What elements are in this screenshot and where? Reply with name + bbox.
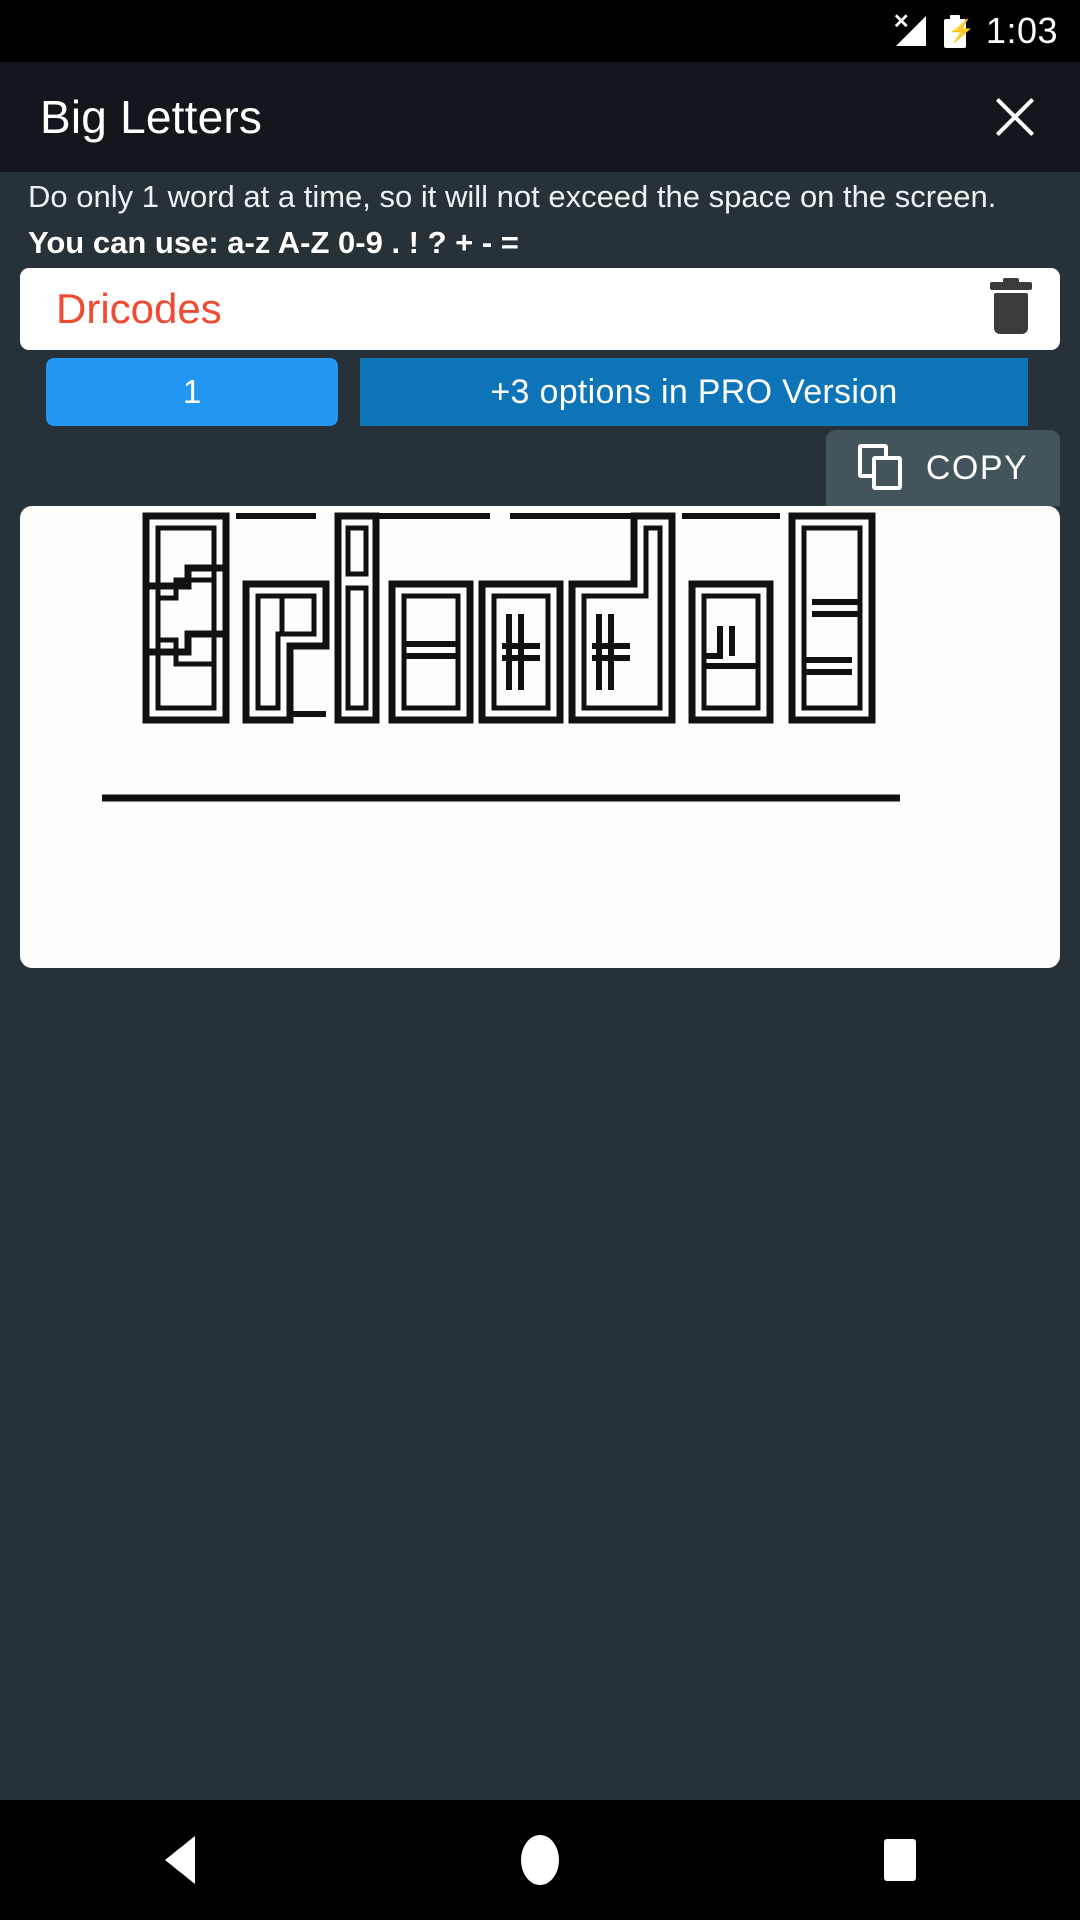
copy-icon	[857, 444, 904, 492]
home-circle-icon	[521, 1835, 559, 1885]
instruction-line-2: You can use: a-z A-Z 0-9 . ! ? + - =	[28, 225, 519, 260]
nav-home-button[interactable]	[440, 1800, 640, 1920]
title-bar: Big Letters	[0, 62, 1080, 172]
copy-button-label: COPY	[925, 448, 1029, 487]
status-time: 1:03	[985, 10, 1058, 51]
close-icon[interactable]	[984, 86, 1046, 148]
nav-recents-button[interactable]	[800, 1800, 1000, 1920]
signal-no-sim-icon: ✕	[892, 11, 930, 48]
trash-lid	[990, 282, 1032, 290]
trash-body	[994, 293, 1028, 334]
instructions: Do only 1 word at a time, so it will not…	[0, 176, 1080, 264]
copy-icon-front-sheet	[871, 456, 902, 490]
page-title: Big Letters	[40, 91, 263, 143]
nav-back-button[interactable]	[80, 1800, 280, 1920]
copy-button[interactable]: COPY	[826, 430, 1060, 506]
style-count-button[interactable]: 1	[46, 358, 338, 426]
trash-icon[interactable]	[988, 278, 1034, 336]
ascii-art-wrapper	[20, 506, 1060, 968]
option-button-row: 1 +3 options in PRO Version	[0, 358, 1080, 428]
text-input-row[interactable]: Dricodes	[20, 268, 1060, 350]
android-nav-bar	[0, 1800, 1080, 1920]
status-bar: ✕ ⚡ 1:03	[0, 0, 1080, 62]
pro-version-button[interactable]: +3 options in PRO Version	[360, 358, 1028, 426]
signal-x-mark: ✕	[892, 11, 910, 33]
battery-bolt: ⚡	[947, 17, 976, 43]
back-triangle-icon	[165, 1836, 195, 1884]
recents-square-icon	[884, 1839, 916, 1881]
ascii-art-canvas[interactable]	[20, 506, 1060, 968]
instruction-line-1: Do only 1 word at a time, so it will not…	[28, 179, 997, 214]
ascii-art-svg	[102, 512, 900, 802]
status-icons: ✕ ⚡ 1:03	[892, 10, 1058, 51]
battery-charging-icon: ⚡	[943, 14, 975, 48]
search-input[interactable]: Dricodes	[56, 284, 988, 334]
